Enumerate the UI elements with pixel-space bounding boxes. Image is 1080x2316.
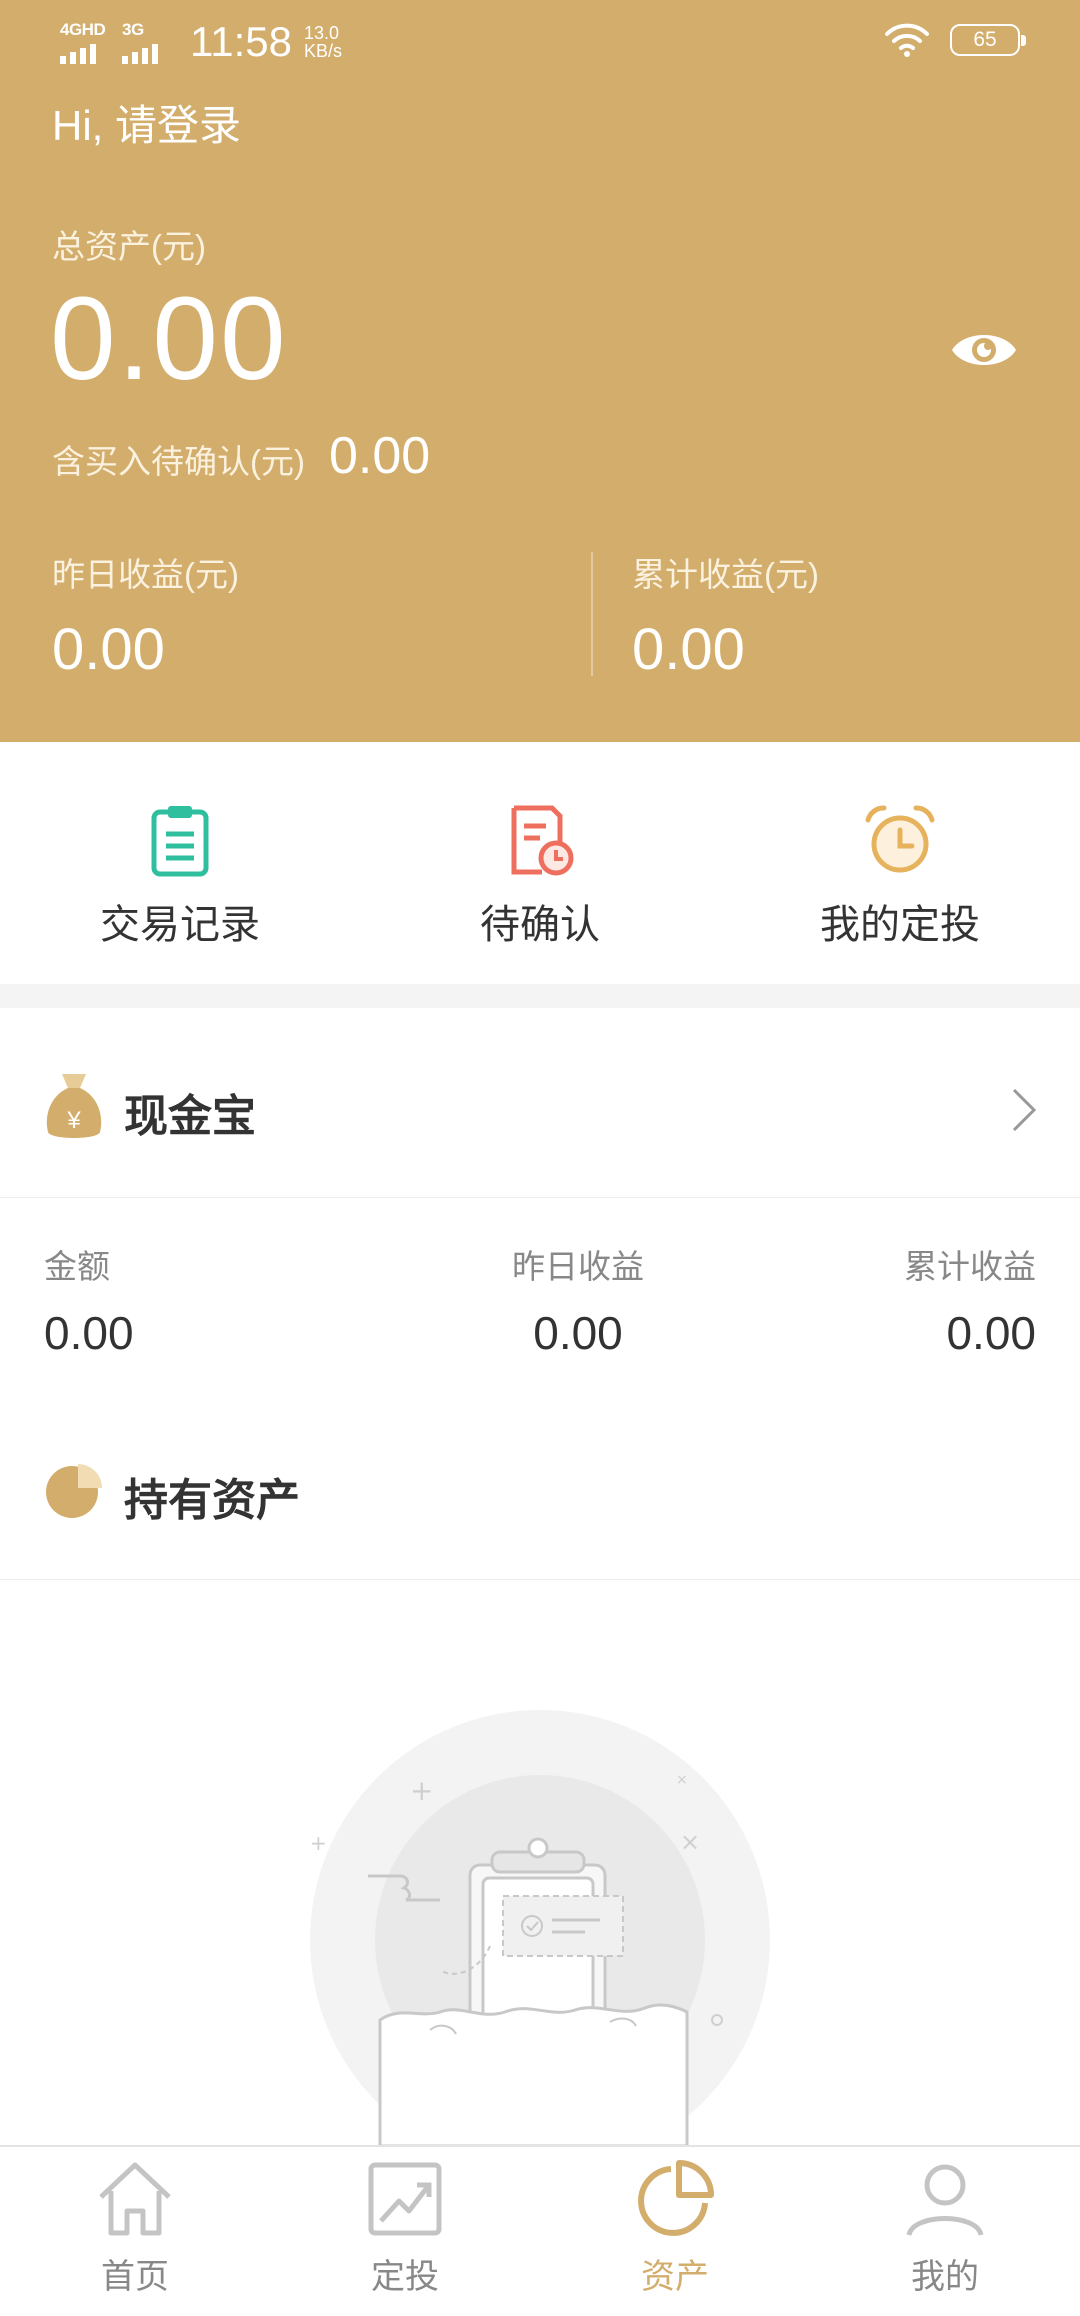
cash-treasure-title: 现金宝 — [124, 1092, 256, 1141]
pie-chart-icon — [46, 1464, 102, 1518]
nav-auto-invest[interactable]: 定投 — [270, 2157, 540, 2298]
trend-chart-icon — [368, 2162, 442, 2236]
wifi-icon — [885, 23, 929, 57]
svg-text:×: × — [680, 1828, 700, 1856]
pending-label: 含买入待确认(元) — [52, 443, 305, 480]
cash-yesterday-earnings: 昨日收益 0.00 — [512, 1248, 644, 1359]
nav-assets[interactable]: 资产 — [540, 2157, 810, 2298]
total-assets-label: 总资产(元) — [52, 228, 206, 265]
eye-icon[interactable] — [948, 322, 1020, 378]
svg-text:¥: ¥ — [66, 1107, 81, 1134]
bottom-navigation: 首页 定投 资产 我的 — [0, 2145, 1080, 2316]
section-gap — [0, 984, 1080, 1008]
holdings-header: 持有资产 — [0, 1420, 1080, 1580]
status-bar: 4GHD 3G 11:58 13.0 KB/s 65 — [0, 0, 1080, 84]
yesterday-earnings: 昨日收益(元) 0.00 — [52, 556, 239, 682]
cash-amount: 金额 0.00 — [44, 1248, 134, 1359]
clipboard-icon — [151, 806, 209, 877]
action-my-auto-invest[interactable]: 我的定投 — [750, 802, 1050, 950]
signal-3g-icon: 3G — [122, 20, 172, 64]
chevron-right-icon — [1012, 1088, 1037, 1132]
svg-text:+: + — [410, 1774, 433, 1807]
battery-icon: 65 — [950, 24, 1026, 56]
cash-cumulative-earnings: 累计收益 0.00 — [904, 1248, 1036, 1359]
quick-actions: 交易记录 待确认 我的定投 — [0, 742, 1080, 984]
holdings-title: 持有资产 — [124, 1476, 300, 1525]
action-pending[interactable]: 待确认 — [390, 802, 690, 950]
action-trade-records[interactable]: 交易记录 — [30, 802, 330, 950]
home-icon — [99, 2162, 171, 2236]
svg-text:+: + — [310, 1831, 327, 1855]
signal-4g-icon: 4GHD — [60, 20, 110, 64]
earnings-divider — [591, 552, 593, 676]
login-greeting[interactable]: Hi, 请登录 — [52, 92, 241, 153]
user-icon — [906, 2164, 984, 2236]
money-bag-icon: ¥ — [46, 1074, 102, 1138]
nav-home[interactable]: 首页 — [0, 2157, 270, 2298]
empty-state-illustration: + + × × — [310, 1710, 770, 2146]
pending-doc-icon — [511, 805, 574, 876]
total-assets-value: 0.00 — [50, 273, 288, 405]
nav-mine[interactable]: 我的 — [810, 2157, 1080, 2298]
pending-value: 0.00 — [328, 427, 431, 485]
status-time: 11:58 — [190, 18, 292, 65]
svg-text:×: × — [676, 1772, 688, 1788]
cumulative-earnings: 累计收益(元) 0.00 — [632, 556, 819, 682]
network-speed: 13.0 KB/s — [304, 23, 343, 61]
asset-header: 4GHD 3G 11:58 13.0 KB/s 65 Hi, 请登录 总资产(元… — [0, 0, 1080, 742]
alarm-clock-icon — [865, 805, 935, 873]
pending-row: 含买入待确认(元) 0.00 — [52, 426, 430, 486]
pie-chart-icon — [638, 2160, 714, 2236]
cash-treasure-row[interactable]: ¥ 现金宝 — [0, 1008, 1080, 1198]
